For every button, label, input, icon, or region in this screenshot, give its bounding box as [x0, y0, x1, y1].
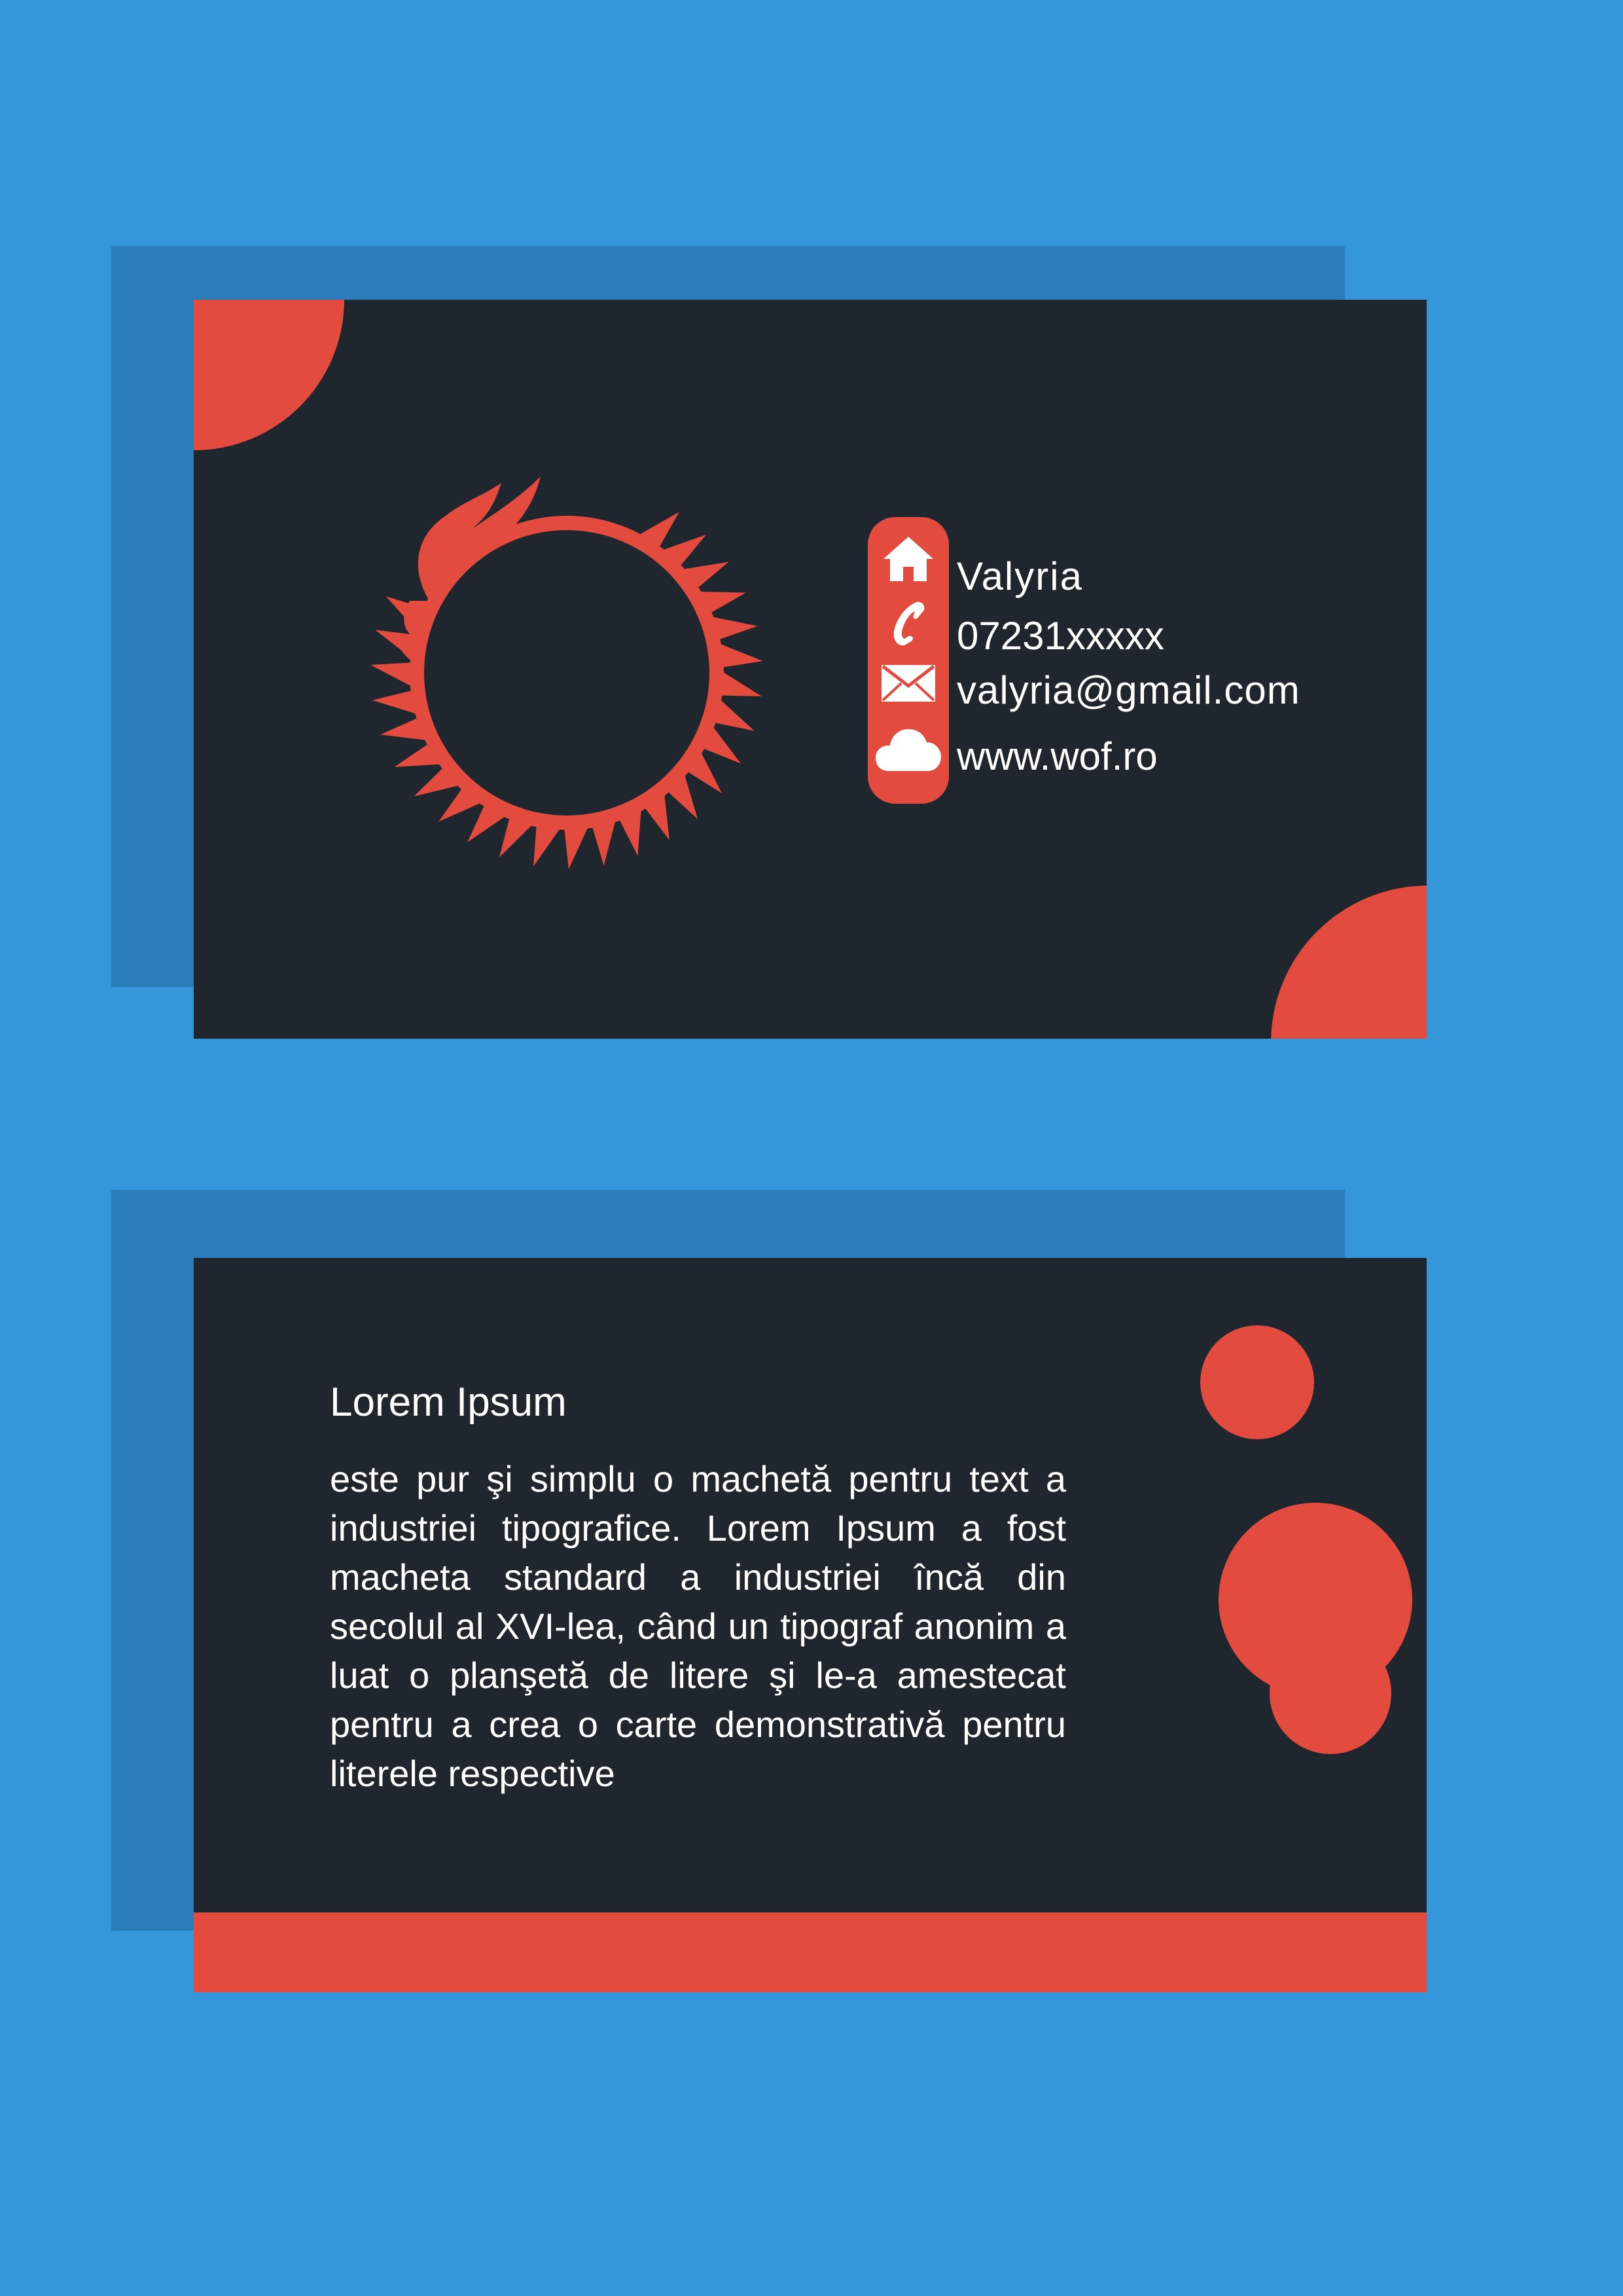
front-business-card: Valyria 07231xxxxx valyria@gmail.com www…: [194, 300, 1427, 1039]
contact-phone: 07231xxxxx: [957, 614, 1164, 658]
back-card-title: Lorem Ipsum: [330, 1380, 567, 1425]
back-business-card: Lorem Ipsum este pur şi simplu o machetă…: [194, 1258, 1427, 1992]
mail-icon: [868, 664, 949, 703]
contact-website: www.wof.ro: [957, 734, 1158, 778]
contact-email: valyria@gmail.com: [957, 668, 1300, 712]
home-icon: [868, 535, 949, 583]
decorative-circle-small: [1200, 1325, 1314, 1439]
contact-icons-pill: [868, 517, 949, 804]
back-card-body-text: este pur şi simplu o machetă pentru text…: [330, 1458, 1066, 1794]
phone-icon: [868, 600, 949, 647]
back-card-bottom-strip: [194, 1912, 1427, 1992]
bottom-right-corner-circle: [1271, 886, 1427, 1039]
decorative-circle-medium: [1270, 1632, 1391, 1754]
contact-name: Valyria: [957, 554, 1083, 598]
cloud-icon: [868, 725, 949, 772]
top-left-corner-circle: [194, 300, 344, 450]
dragon-ouroboros-logo: [370, 476, 763, 869]
